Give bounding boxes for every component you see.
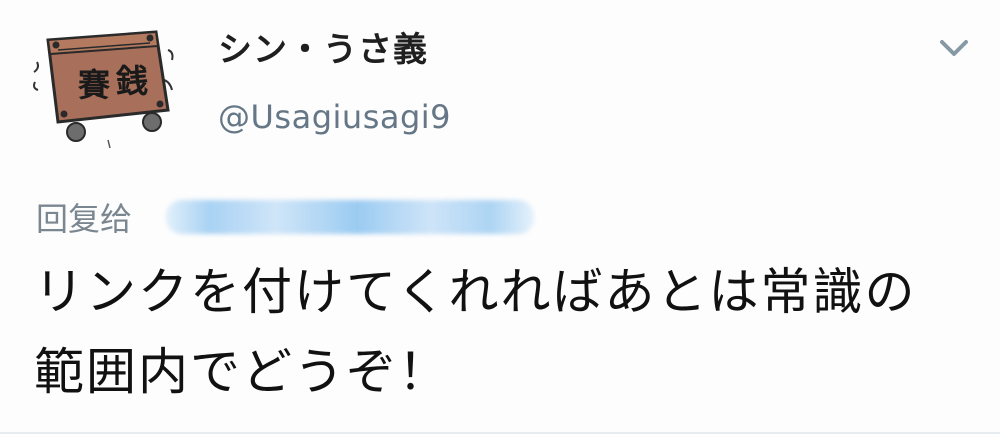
avatar[interactable]: 賽 銭 bbox=[28, 10, 178, 155]
reply-context: 回复给 bbox=[36, 190, 556, 240]
tweet-text: リンクを付けてくれればあとは常識の範囲内でどうぞ！ bbox=[34, 263, 917, 401]
chevron-down-icon bbox=[940, 40, 968, 56]
reply-target-redacted[interactable] bbox=[166, 200, 534, 234]
user-handle[interactable]: @Usagiusagi9 bbox=[218, 98, 451, 136]
tweet-card: 賽 銭 シン・うさ義 @Usagiusagi9 回复给 リンクを付けてくれればあ… bbox=[0, 0, 1000, 434]
svg-text:賽: 賽 bbox=[78, 66, 111, 104]
display-name[interactable]: シン・うさ義 bbox=[218, 22, 428, 71]
svg-text:銭: 銭 bbox=[115, 62, 148, 100]
money-box-avatar-icon: 賽 銭 bbox=[33, 30, 174, 149]
tweet-menu-button[interactable] bbox=[932, 30, 976, 66]
reply-to-label: 回复给 bbox=[36, 200, 133, 238]
